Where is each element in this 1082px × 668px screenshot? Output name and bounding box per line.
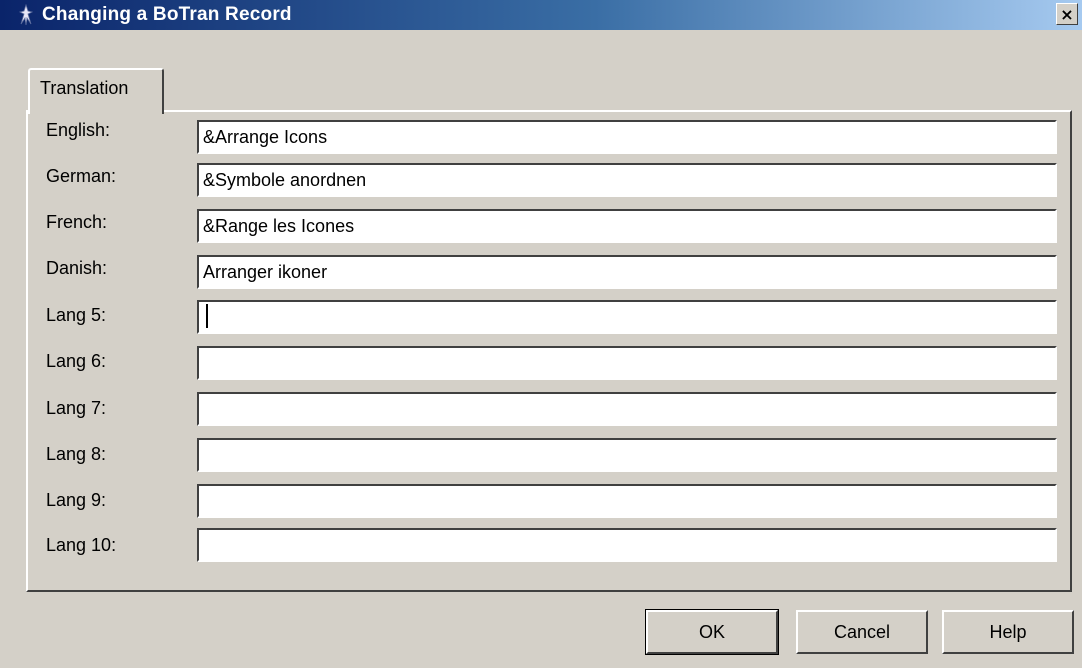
cancel-button[interactable]: Cancel [796,610,928,654]
close-button[interactable]: × [1056,3,1078,25]
translation-panel [26,110,1072,592]
close-icon: × [1060,4,1074,24]
tab-label: Translation [40,78,129,98]
title-bar[interactable]: Changing a BoTran Record × [0,0,1082,30]
help-button[interactable]: Help [942,610,1074,654]
dialog-window: Changing a BoTran Record × Translation E… [0,0,1082,668]
ok-button[interactable]: OK [645,609,779,655]
app-figure-icon [14,3,38,27]
tab-translation[interactable]: Translation [28,68,164,114]
window-title: Changing a BoTran Record [42,4,292,25]
